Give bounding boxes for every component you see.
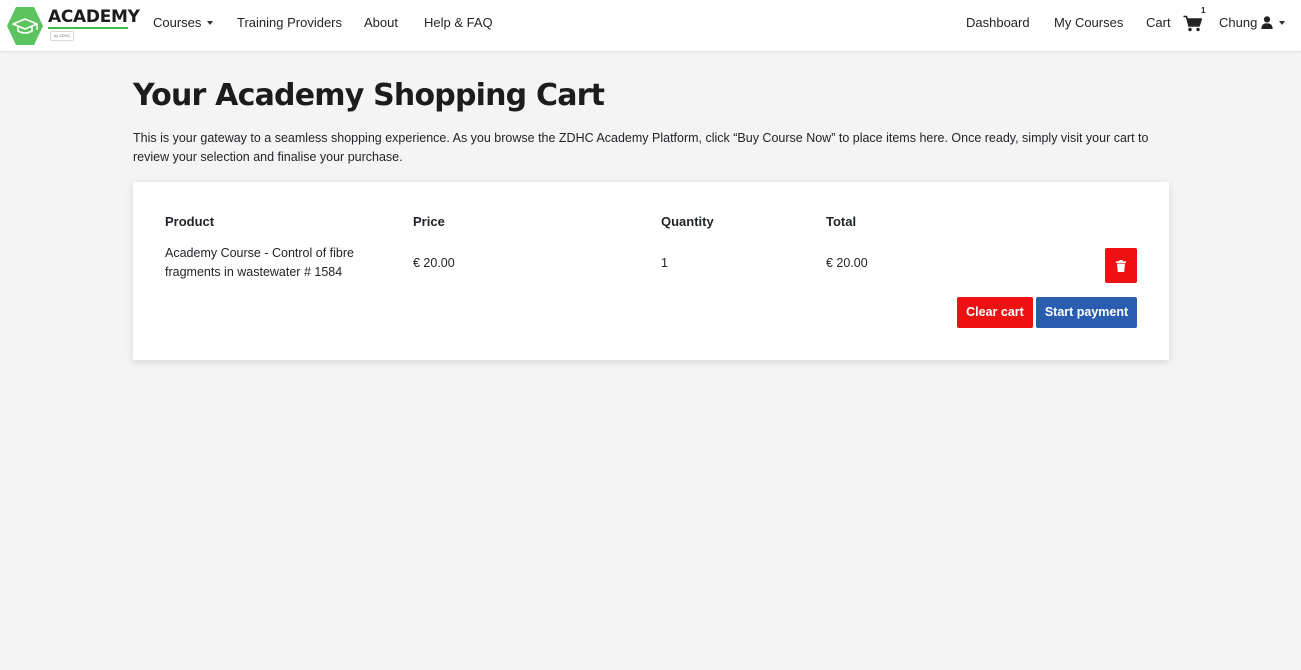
cart-item-quantity: 1	[661, 256, 668, 270]
cart-count-badge: 1	[1201, 6, 1206, 15]
nav-cart[interactable]: Cart	[1146, 15, 1171, 30]
nav-training-providers[interactable]: Training Providers	[237, 15, 342, 30]
cart-item-product-line2: fragments in wastewater # 1584	[165, 265, 343, 279]
trash-icon	[1116, 259, 1126, 272]
nav-courses-label: Courses	[153, 15, 202, 30]
start-payment-button[interactable]: Start payment	[1036, 297, 1137, 328]
user-menu[interactable]: Chung	[1219, 15, 1286, 30]
cart-item-product: Academy Course - Control of fibre fragme…	[165, 244, 395, 282]
cart-icon[interactable]	[1183, 15, 1202, 32]
nav-my-courses[interactable]: My Courses	[1054, 15, 1123, 30]
brand-name: ACADEMY	[48, 7, 140, 27]
clear-cart-button[interactable]: Clear cart	[957, 297, 1033, 328]
remove-item-button[interactable]	[1105, 248, 1137, 283]
header-product: Product	[165, 214, 215, 229]
nav-help-faq[interactable]: Help & FAQ	[424, 15, 493, 30]
chevron-down-icon	[1279, 20, 1286, 25]
user-icon	[1261, 15, 1274, 29]
graduation-cap-icon	[7, 7, 43, 45]
cart-item-total: € 20.00	[826, 256, 868, 270]
brand-subtitle: by ZDHC	[50, 31, 75, 41]
academy-logo[interactable]: ACADEMY by ZDHC	[6, 4, 140, 45]
nav-courses[interactable]: Courses	[153, 15, 214, 30]
page-intro: This is your gateway to a seamless shopp…	[133, 131, 1149, 164]
nav-dashboard[interactable]: Dashboard	[966, 15, 1030, 30]
cart-table-card: Product Price Quantity Total Academy Cou…	[133, 182, 1169, 360]
chevron-down-icon	[207, 20, 214, 25]
user-name: Chung	[1219, 15, 1258, 30]
nav-about[interactable]: About	[364, 15, 398, 30]
header-price: Price	[413, 214, 445, 229]
header-quantity: Quantity	[661, 214, 714, 229]
cart-item-price: € 20.00	[413, 256, 455, 270]
top-navbar: ACADEMY by ZDHC Courses Training Provide…	[0, 0, 1301, 52]
header-total: Total	[826, 214, 857, 229]
page-title: Your Academy Shopping Cart	[133, 78, 605, 113]
cart-item-product-line1: Academy Course - Control of fibre	[165, 246, 354, 260]
brand-underline	[48, 27, 128, 29]
